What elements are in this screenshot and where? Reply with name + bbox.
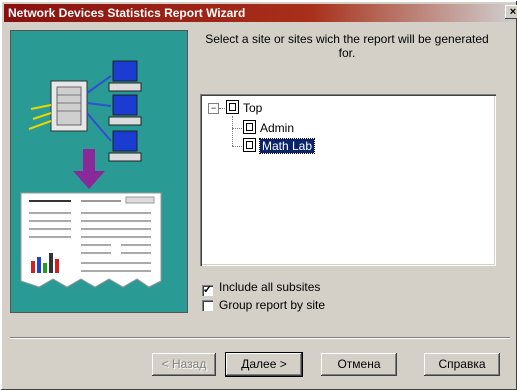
include-subsites-checkbox[interactable]: ✓ Include all subsites: [202, 280, 321, 296]
cancel-button[interactable]: Отмена: [321, 353, 397, 376]
next-button[interactable]: Далее >: [225, 352, 303, 377]
checkbox-box[interactable]: ✓: [202, 285, 213, 296]
tree-node-admin[interactable]: Admin: [243, 120, 294, 136]
group-by-site-checkbox[interactable]: Group report by site: [202, 298, 325, 312]
site-icon: [226, 100, 239, 114]
tree-connector: [232, 128, 242, 129]
collapse-icon[interactable]: −: [208, 103, 219, 114]
site-icon: [243, 120, 256, 134]
site-tree[interactable]: − Top Admin Math Lab: [200, 94, 496, 266]
checkbox-label: Include all subsites: [219, 280, 321, 294]
tree-node-label: Admin: [260, 121, 295, 135]
tree-node-top[interactable]: Top: [226, 100, 262, 116]
tree-connector: [232, 116, 233, 146]
tree-node-label: Math Lab: [258, 138, 316, 154]
site-icon: [243, 138, 256, 152]
wizard-illustration: [10, 30, 188, 313]
window-title: Network Devices Statistics Report Wizard: [8, 6, 246, 20]
back-button[interactable]: < Назад: [152, 353, 216, 376]
tree-connector: [219, 108, 225, 109]
instruction-text: Select a site or sites wich the report w…: [205, 32, 489, 60]
tree-node-label: Top: [243, 101, 263, 115]
network-illustration-icon: [11, 31, 187, 312]
title-bar: Network Devices Statistics Report Wizard…: [4, 4, 517, 22]
wizard-window: Network Devices Statistics Report Wizard…: [0, 0, 517, 390]
close-button[interactable]: ×: [505, 5, 517, 19]
checkbox-box[interactable]: [202, 300, 213, 311]
checkbox-label: Group report by site: [219, 298, 326, 312]
tree-connector: [232, 146, 242, 147]
help-button[interactable]: Справка: [424, 353, 500, 376]
tree-node-math-lab[interactable]: Math Lab: [243, 138, 316, 154]
button-separator: [10, 337, 510, 339]
